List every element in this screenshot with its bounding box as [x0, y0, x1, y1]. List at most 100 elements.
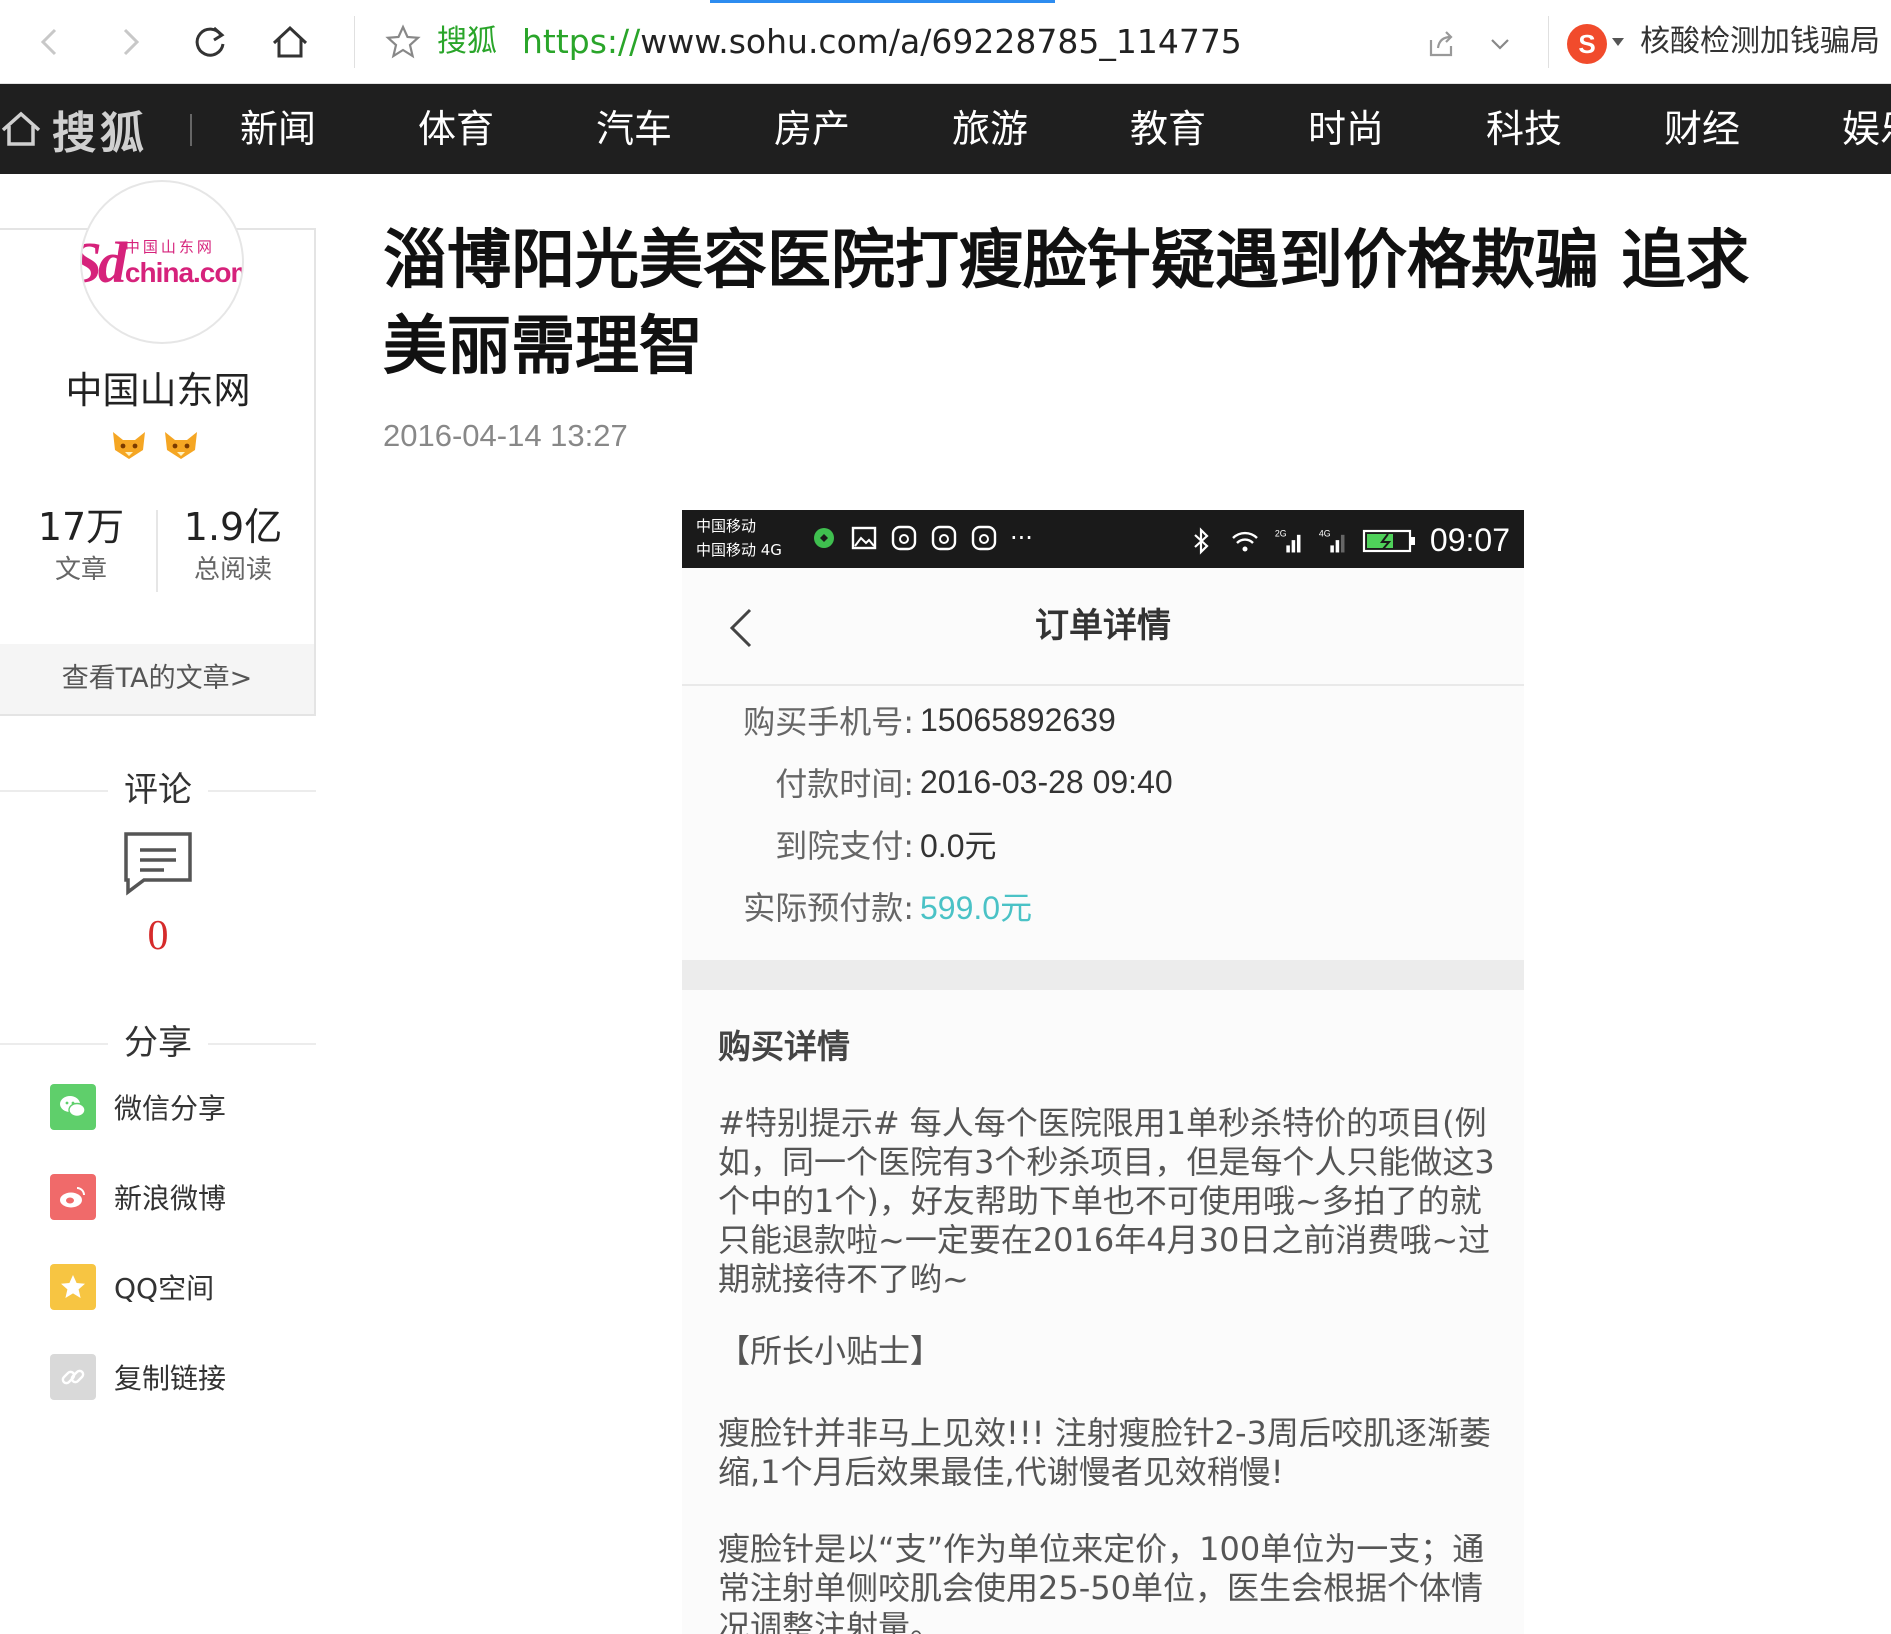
field-value: 599.0元 — [920, 890, 1033, 926]
qzone-icon — [50, 1264, 96, 1310]
toolbar-separator — [354, 16, 355, 68]
field-label: 购买手机号: — [743, 703, 914, 741]
tips-paragraph-1: 瘦脸针并非马上见效!!! 注射瘦脸针2-3周后咬肌逐渐萎缩,1个月后效果最佳,代… — [718, 1414, 1491, 1491]
home-button[interactable] — [266, 18, 314, 66]
avatar-logo-cn: 中国山东网 — [124, 237, 215, 256]
comment-icon[interactable] — [122, 830, 194, 898]
avatar-logo-com: china.com — [124, 256, 244, 288]
author-avatar[interactable]: Sd 中国山东网 china.com — [80, 180, 244, 344]
avatar-logo-sd: Sd — [82, 229, 127, 295]
search-engine-dropdown-icon[interactable] — [1612, 38, 1624, 46]
star-icon[interactable] — [385, 24, 421, 60]
share-qzone-label: QQ空间 — [114, 1272, 215, 1305]
section-divider-band — [682, 960, 1524, 990]
nav-item-tech[interactable]: 科技 — [1486, 102, 1562, 156]
share-copy-link-label: 复制链接 — [114, 1362, 227, 1395]
field-phone-number: 购买手机号: 15065892639 — [718, 696, 1116, 744]
article-image-phone-screenshot: 中国移动 中国移动 4G ··· 2G 4G 09:07 订单详情 购买手机号:… — [682, 510, 1524, 1634]
sogou-search-icon[interactable]: S — [1567, 24, 1607, 64]
forward-button[interactable] — [106, 18, 154, 66]
article-date: 2016-04-14 13:27 — [383, 418, 628, 453]
nav-item-travel[interactable]: 旅游 — [952, 102, 1028, 156]
stat-reads: 1.9亿 总阅读 — [158, 502, 308, 588]
carrier-line-2: 中国移动 4G — [696, 541, 782, 559]
sohu-logo-text: 搜狐 — [52, 108, 148, 159]
share-weibo-label: 新浪微博 — [114, 1182, 227, 1215]
nav-item-sports[interactable]: 体育 — [418, 102, 494, 156]
field-value: 0.0元 — [920, 828, 997, 864]
home-icon — [1, 111, 41, 146]
field-label: 实际预付款: — [743, 889, 914, 927]
field-label: 到院支付: — [775, 827, 914, 865]
nav-item-news[interactable]: 新闻 — [240, 102, 316, 156]
green-dot-icon — [814, 528, 834, 548]
nav-item-realestate[interactable]: 房产 — [774, 102, 850, 156]
tips-heading: 【所长小贴士】 — [718, 1332, 943, 1370]
phone-status-bar: 中国移动 中国移动 4G ··· 2G 4G 09:07 — [682, 510, 1524, 568]
nav-item-finance[interactable]: 财经 — [1664, 102, 1740, 156]
nav-item-fashion[interactable]: 时尚 — [1308, 102, 1384, 156]
field-value: 2016-03-28 09:40 — [920, 763, 1173, 800]
order-detail-title: 订单详情 — [1035, 606, 1171, 646]
stat-articles-value: 17万 — [37, 505, 125, 549]
app-badge-icon — [931, 525, 957, 551]
comments-title: 评论 — [124, 770, 192, 810]
stat-reads-label: 总阅读 — [193, 555, 272, 585]
weibo-icon — [50, 1174, 96, 1220]
article-title: 淄博阳光美容医院打瘦脸针疑遇到价格欺骗 追求美丽需理智 — [383, 224, 1750, 384]
purchase-notice-paragraph: #特别提示# 每人每个医院限用1单秒杀特价的项目(例如，同一个医院有3个秒杀项目… — [718, 1104, 1495, 1298]
signal-4g-label: 4G — [1319, 528, 1331, 538]
refresh-button[interactable] — [186, 18, 234, 66]
signal-2g-icon: 2G — [1275, 528, 1301, 552]
author-name[interactable]: 中国山东网 — [0, 360, 316, 414]
carrier-text: 中国移动 中国移动 4G — [696, 514, 782, 562]
nav-item-auto[interactable]: 汽车 — [596, 102, 672, 156]
back-button[interactable] — [26, 18, 74, 66]
status-right-icons: 2G 4G 09:07 — [1186, 522, 1510, 559]
search-hint-text[interactable]: 核酸检测加钱骗局 — [1640, 22, 1880, 62]
share-copy-link[interactable]: 复制链接 — [50, 1354, 226, 1400]
comment-count[interactable]: 0 — [0, 912, 316, 960]
field-label: 付款时间: — [775, 765, 914, 803]
toolbar-separator — [1548, 16, 1549, 68]
nav-item-entertainment[interactable]: 娱乐 — [1842, 102, 1891, 156]
address-bar[interactable]: https://www.sohu.com/a/69228785_114775 — [522, 22, 1242, 62]
back-icon — [40, 28, 57, 56]
sohu-logo[interactable]: 搜狐 — [0, 102, 148, 159]
share-qzone[interactable]: QQ空间 — [50, 1264, 214, 1310]
order-detail-header: 订单详情 — [682, 568, 1524, 686]
share-wechat-label: 微信分享 — [114, 1092, 227, 1125]
stat-articles-label: 文章 — [54, 555, 107, 585]
share-title: 分享 — [124, 1023, 192, 1063]
site-name-label: 搜狐 — [437, 24, 497, 59]
wechat-icon — [50, 1084, 96, 1130]
app-badge-icon — [971, 525, 997, 551]
purchase-details-title: 购买详情 — [718, 1027, 850, 1066]
field-prepaid-amount: 实际预付款: 599.0元 — [718, 882, 1032, 930]
url-path: www.sohu.com/a/69228785_114775 — [640, 22, 1242, 61]
share-icon[interactable] — [1425, 28, 1457, 60]
dropdown-icon[interactable] — [1486, 30, 1514, 58]
signal-4g-icon: 4G — [1319, 528, 1345, 552]
tips-paragraph-2: 瘦脸针是以“支”作为单位来定价，100单位为一支；通常注射单侧咬肌会使用25-5… — [718, 1530, 1485, 1634]
share-weibo[interactable]: 新浪微博 — [50, 1174, 226, 1220]
browser-toolbar: 搜狐 https://www.sohu.com/a/69228785_11477… — [0, 0, 1891, 84]
wifi-icon — [1232, 531, 1258, 551]
nav-item-education[interactable]: 教育 — [1130, 102, 1206, 156]
field-payment-time: 付款时间: 2016-03-28 09:40 — [718, 758, 1173, 806]
home-icon — [272, 25, 308, 58]
refresh-icon — [195, 26, 225, 57]
forward-icon — [123, 28, 140, 56]
author-badges — [110, 428, 200, 462]
notification-icons: ··· — [810, 524, 1033, 552]
more-notifications-icon: ··· — [1010, 524, 1033, 552]
view-articles-link[interactable]: 查看TA的文章> — [0, 644, 314, 714]
fox-badge-icon — [113, 432, 145, 459]
carrier-line-1: 中国移动 — [696, 517, 757, 535]
phone-clock: 09:07 — [1429, 522, 1510, 558]
bluetooth-icon — [1194, 526, 1209, 555]
url-protocol: https:// — [522, 22, 641, 61]
share-wechat[interactable]: 微信分享 — [50, 1084, 226, 1130]
field-value: 15065892639 — [920, 701, 1116, 738]
link-icon — [50, 1354, 96, 1400]
